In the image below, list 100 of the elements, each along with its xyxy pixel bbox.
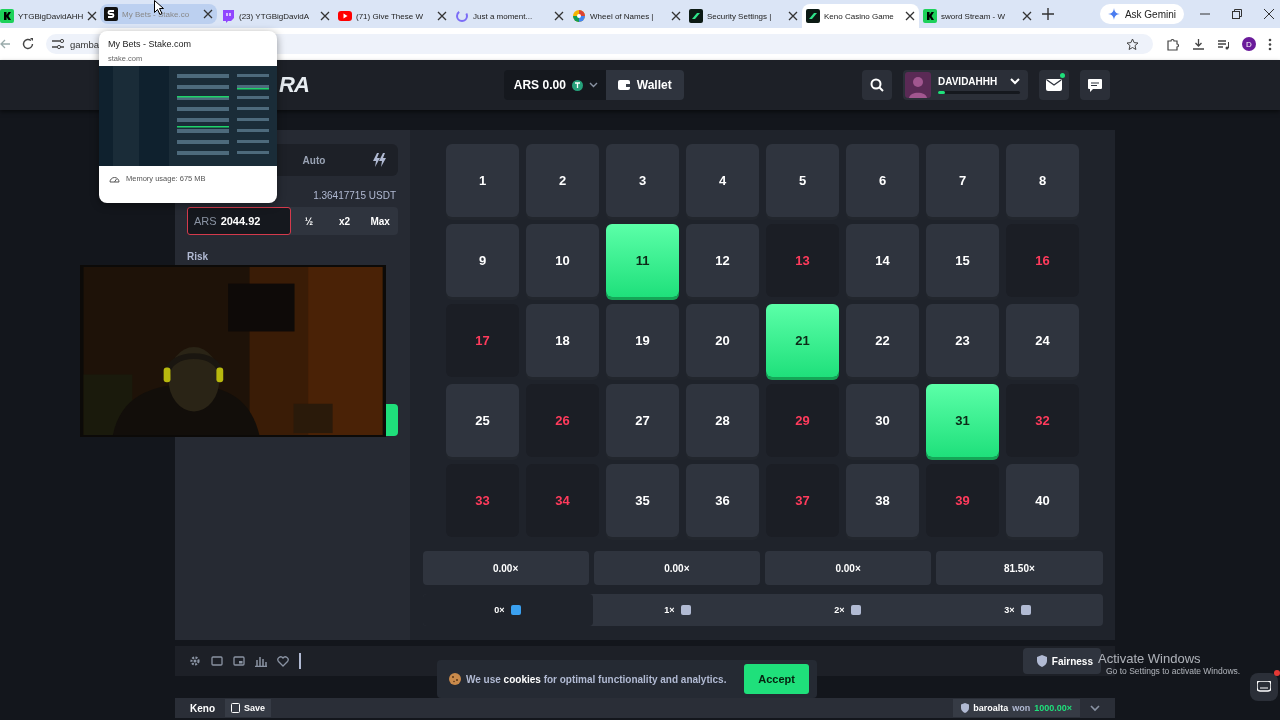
browser-tab[interactable]: sword Stream - W — [919, 4, 1036, 28]
star-icon[interactable] — [1126, 37, 1139, 51]
new-tab-icon[interactable] — [1042, 8, 1054, 20]
close-icon[interactable] — [554, 11, 564, 21]
number-tile[interactable]: 20 — [686, 304, 759, 377]
number-tile[interactable]: 9 — [446, 224, 519, 297]
number-tile[interactable]: 21 — [766, 304, 839, 377]
number-tile[interactable]: 6 — [846, 144, 919, 217]
chevron-down-icon[interactable] — [1090, 704, 1100, 712]
bet-modifier-button[interactable]: x2 — [326, 207, 363, 235]
close-icon[interactable] — [788, 11, 798, 21]
number-tile[interactable]: 12 — [686, 224, 759, 297]
search-button[interactable] — [862, 70, 892, 100]
browser-tab[interactable]: (23) YTGBigDavidA — [217, 4, 334, 28]
accept-button[interactable]: Accept — [744, 664, 809, 694]
save-button[interactable]: Save — [225, 699, 272, 717]
chat-button[interactable] — [1080, 70, 1110, 100]
hit-count[interactable]: 3× — [932, 594, 1103, 626]
close-icon[interactable] — [320, 11, 330, 21]
download-icon[interactable] — [1192, 37, 1205, 51]
number-tile[interactable]: 38 — [846, 464, 919, 537]
number-tile[interactable]: 29 — [766, 384, 839, 457]
number-tile[interactable]: 33 — [446, 464, 519, 537]
close-icon[interactable] — [203, 9, 213, 19]
close-icon[interactable] — [1022, 11, 1032, 21]
number-tile[interactable]: 37 — [766, 464, 839, 537]
restore-icon[interactable] — [1232, 9, 1242, 19]
number-tile[interactable]: 3 — [606, 144, 679, 217]
number-tile[interactable]: 4 — [686, 144, 759, 217]
number-tile[interactable]: 40 — [1006, 464, 1079, 537]
close-icon[interactable] — [87, 11, 98, 21]
number-tile[interactable]: 17 — [446, 304, 519, 377]
number-tile[interactable]: 27 — [606, 384, 679, 457]
number-tile[interactable]: 26 — [526, 384, 599, 457]
close-icon[interactable] — [671, 11, 681, 21]
hit-count[interactable]: 2× — [762, 594, 933, 626]
mail-button[interactable] — [1039, 70, 1069, 100]
number-tile[interactable]: 2 — [526, 144, 599, 217]
ask-gemini-button[interactable]: Ask Gemini — [1099, 4, 1184, 24]
wallet-button[interactable]: Wallet — [605, 70, 684, 100]
number-tile[interactable]: 19 — [606, 304, 679, 377]
username: DAVIDAHHH — [938, 76, 998, 87]
number-tile[interactable]: 15 — [926, 224, 999, 297]
media-list-icon[interactable] — [1217, 37, 1230, 51]
notification-dot — [1274, 670, 1280, 676]
site-settings-icon[interactable] — [52, 39, 64, 49]
gear-icon[interactable] — [189, 655, 201, 667]
hit-count[interactable]: 0× — [422, 594, 593, 626]
number-tile[interactable]: 8 — [1006, 144, 1079, 217]
balance-selector[interactable]: ARS 0.00 — [503, 70, 606, 100]
browser-tab[interactable]: Just a moment... — [451, 4, 568, 28]
number-tile[interactable]: 1 — [446, 144, 519, 217]
browser-tab[interactable]: (71) Give These W — [334, 4, 451, 28]
chat-launcher[interactable] — [1250, 673, 1278, 701]
hit-count[interactable]: 1× — [592, 594, 763, 626]
close-icon[interactable] — [437, 11, 447, 21]
number-tile[interactable]: 28 — [686, 384, 759, 457]
number-tile[interactable]: 23 — [926, 304, 999, 377]
number-tile[interactable]: 10 — [526, 224, 599, 297]
lightning-icon[interactable] — [372, 153, 386, 167]
number-tile[interactable]: 39 — [926, 464, 999, 537]
number-tile[interactable]: 7 — [926, 144, 999, 217]
puzzle-piece-icon[interactable] — [1167, 37, 1180, 51]
number-tile[interactable]: 30 — [846, 384, 919, 457]
number-tile[interactable]: 35 — [606, 464, 679, 537]
close-icon[interactable] — [1264, 9, 1274, 19]
bar-chart-icon[interactable] — [255, 655, 267, 667]
number-tile[interactable]: 31 — [926, 384, 999, 457]
browser-tab[interactable]: YTGBigDavidAHH — [0, 4, 100, 28]
shield-icon — [961, 703, 970, 713]
bet-modifier-button[interactable]: Max — [362, 207, 398, 235]
picture-in-picture-icon[interactable] — [233, 655, 245, 667]
number-tile[interactable]: 16 — [1006, 224, 1079, 297]
number-tile[interactable]: 14 — [846, 224, 919, 297]
number-tile[interactable]: 11 — [606, 224, 679, 297]
heart-icon[interactable] — [277, 655, 289, 667]
reload-icon[interactable] — [22, 38, 34, 50]
browser-tab[interactable]: Wheel of Names | — [568, 4, 685, 28]
number-tile[interactable]: 24 — [1006, 304, 1079, 377]
number-tile[interactable]: 34 — [526, 464, 599, 537]
number-tile[interactable]: 22 — [846, 304, 919, 377]
number-tile[interactable]: 13 — [766, 224, 839, 297]
close-icon[interactable] — [905, 11, 915, 21]
number-tile[interactable]: 5 — [766, 144, 839, 217]
browser-tab[interactable]: Security Settings | — [685, 4, 802, 28]
number-tile[interactable]: 36 — [686, 464, 759, 537]
site-logo[interactable]: RA — [279, 72, 309, 98]
profile-button[interactable]: D — [1242, 37, 1256, 51]
user-menu[interactable]: DAVIDAHHH — [903, 70, 1028, 100]
bet-amount-field[interactable]: ARS 2044.92 — [187, 207, 291, 235]
number-tile[interactable]: 25 — [446, 384, 519, 457]
browser-tab[interactable]: Keno Casino Game — [802, 4, 919, 28]
risk-label: Risk — [187, 251, 210, 262]
rectangle-icon[interactable] — [211, 655, 223, 667]
kick-logo-icon — [923, 9, 937, 23]
number-tile[interactable]: 18 — [526, 304, 599, 377]
number-tile[interactable]: 32 — [1006, 384, 1079, 457]
bet-modifier-button[interactable]: ½ — [291, 207, 327, 235]
menu-icon[interactable] — [1268, 37, 1272, 51]
chevron-down-icon — [1010, 78, 1020, 85]
